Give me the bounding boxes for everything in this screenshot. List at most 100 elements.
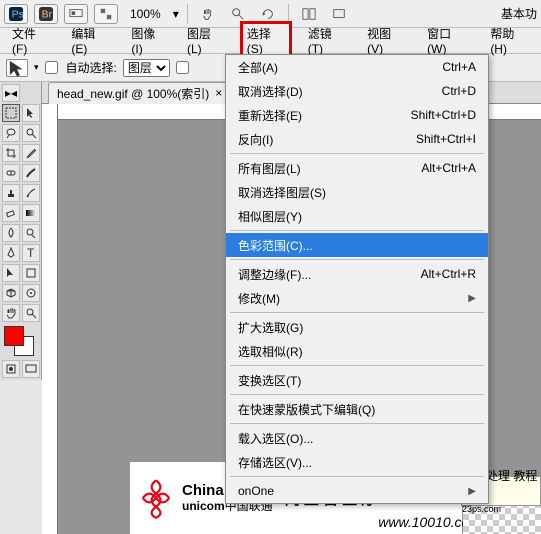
toolbox-handle[interactable]: ▸◂ — [2, 84, 20, 102]
document-tab[interactable]: head_new.gif @ 100%(索引) × — [48, 82, 231, 104]
menu-help[interactable]: 帮助(H) — [484, 22, 535, 59]
menu-item[interactable]: 反向(I) Shift+Ctrl+I — [226, 127, 488, 151]
menu-item[interactable]: onOne ▶ — [226, 479, 488, 503]
move-tool-indicator-icon[interactable] — [6, 59, 28, 77]
gradient-tool[interactable] — [22, 204, 40, 222]
menu-separator — [230, 259, 484, 260]
menu-item-label: 载入选区(O)... — [238, 430, 313, 447]
svg-text:Br: Br — [42, 8, 53, 20]
document-title: head_new.gif @ 100%(索引) — [57, 85, 209, 102]
pen-tool[interactable] — [2, 244, 20, 262]
healing-tool[interactable] — [2, 164, 20, 182]
quickmask-toggle[interactable] — [2, 360, 20, 378]
menu-item-label: 在快速蒙版模式下编辑(Q) — [238, 401, 375, 418]
lasso-tool[interactable] — [2, 124, 20, 142]
ps-icon[interactable]: Ps — [4, 4, 28, 24]
menubar: 文件(F) 编辑(E) 图像(I) 图层(L) 选择(S) 滤镜(T) 视图(V… — [0, 28, 541, 54]
submenu-arrow-icon: ▶ — [468, 293, 476, 304]
history-brush-tool[interactable] — [22, 184, 40, 202]
submenu-arrow-icon: ▶ — [468, 486, 476, 497]
menu-item[interactable]: 变换选区(T) — [226, 368, 488, 392]
menu-shortcut: Ctrl+D — [442, 84, 476, 98]
menu-item-label: 全部(A) — [238, 59, 278, 76]
crop-tool[interactable] — [2, 144, 20, 162]
menu-file[interactable]: 文件(F) — [6, 22, 55, 59]
path-select-tool[interactable] — [2, 264, 20, 282]
screenmode-toggle[interactable] — [22, 360, 40, 378]
menu-separator — [230, 230, 484, 231]
menu-item[interactable]: 取消选择图层(S) — [226, 180, 488, 204]
quickselect-tool[interactable] — [22, 124, 40, 142]
menu-item-label: 取消选择(D) — [238, 83, 303, 100]
menu-item[interactable]: 全部(A) Ctrl+A — [226, 55, 488, 79]
marquee-tool[interactable] — [2, 104, 20, 122]
menu-item-label: 修改(M) — [238, 290, 280, 307]
autoselect-checkbox[interactable] — [45, 61, 58, 74]
menu-item[interactable]: 所有图层(L)Alt+Ctrl+A — [226, 156, 488, 180]
hand-tool[interactable] — [2, 304, 20, 322]
separator — [187, 4, 188, 24]
menu-item[interactable]: 色彩范围(C)... — [226, 233, 488, 257]
menu-item[interactable]: 在快速蒙版模式下编辑(Q) — [226, 397, 488, 421]
eyedropper-tool[interactable] — [22, 144, 40, 162]
menu-item-label: 色彩范围(C)... — [238, 237, 313, 254]
view-extras-icon[interactable] — [94, 4, 118, 24]
chevron-down-icon[interactable]: ▾ — [34, 62, 39, 73]
menu-separator — [230, 312, 484, 313]
3d-tool[interactable] — [2, 284, 20, 302]
menu-item[interactable]: 存储选区(V)... — [226, 450, 488, 474]
zoom-chevron-icon[interactable]: ▾ — [173, 7, 179, 21]
screen-mode-icon[interactable] — [64, 4, 88, 24]
menu-item[interactable]: 重新选择(E) Shift+Ctrl+D — [226, 103, 488, 127]
hand-tool-icon[interactable] — [196, 4, 220, 24]
arrange-docs-icon[interactable] — [297, 4, 321, 24]
blur-tool[interactable] — [2, 224, 20, 242]
menu-edit[interactable]: 编辑(E) — [65, 22, 115, 59]
autoselect-target-select[interactable]: 图层 — [123, 59, 170, 77]
close-icon[interactable]: × — [215, 86, 222, 100]
menu-item-label: 反向(I) — [238, 131, 273, 148]
menu-item-label: 调整边缘(F)... — [238, 266, 311, 283]
menu-shortcut: Shift+Ctrl+I — [416, 132, 476, 146]
color-swatches[interactable] — [2, 324, 20, 358]
menu-item[interactable]: 相似图层(Y) — [226, 204, 488, 228]
menu-item-label: 重新选择(E) — [238, 107, 302, 124]
screen-modes-icon[interactable] — [327, 4, 351, 24]
menu-shortcut: Ctrl+A — [442, 60, 476, 74]
china-knot-icon — [134, 476, 178, 520]
menu-item[interactable]: 选取相似(R) — [226, 339, 488, 363]
workspace-label[interactable]: 基本功 — [501, 5, 537, 22]
eraser-tool[interactable] — [2, 204, 20, 222]
menu-item[interactable]: 取消选择(D) Ctrl+D — [226, 79, 488, 103]
shape-tool[interactable] — [22, 264, 40, 282]
foreground-swatch[interactable] — [4, 326, 24, 346]
move-tool[interactable] — [22, 104, 40, 122]
menu-separator — [230, 423, 484, 424]
menu-item[interactable]: 载入选区(O)... — [226, 426, 488, 450]
zoom-tool[interactable] — [22, 304, 40, 322]
menu-item[interactable]: 修改(M) ▶ — [226, 286, 488, 310]
brush-tool[interactable] — [22, 164, 40, 182]
3d-camera-tool[interactable] — [22, 284, 40, 302]
dodge-tool[interactable] — [22, 224, 40, 242]
menu-layer[interactable]: 图层(L) — [181, 22, 230, 59]
menu-item-label: 扩大选取(G) — [238, 319, 303, 336]
menu-item-label: 变换选区(T) — [238, 372, 301, 389]
menu-item-label: onOne — [238, 484, 274, 498]
menu-item-label: 取消选择图层(S) — [238, 184, 326, 201]
zoom-level[interactable]: 100% — [130, 7, 161, 21]
menu-shortcut: Alt+Ctrl+A — [421, 161, 476, 175]
menu-item[interactable]: 扩大选取(G) — [226, 315, 488, 339]
bridge-icon[interactable]: Br — [34, 4, 58, 24]
menu-separator — [230, 153, 484, 154]
menu-item[interactable]: 调整边缘(F)...Alt+Ctrl+R — [226, 262, 488, 286]
autoselect-label: 自动选择: — [66, 59, 117, 76]
ruler-vertical[interactable] — [42, 104, 58, 534]
menu-image[interactable]: 图像(I) — [125, 22, 171, 59]
menu-shortcut: Shift+Ctrl+D — [411, 108, 476, 122]
stamp-tool[interactable] — [2, 184, 20, 202]
type-tool[interactable]: T — [22, 244, 40, 262]
svg-text:Ps: Ps — [12, 8, 23, 20]
show-transform-checkbox[interactable] — [176, 61, 189, 74]
menu-item-label: 选取相似(R) — [238, 343, 303, 360]
